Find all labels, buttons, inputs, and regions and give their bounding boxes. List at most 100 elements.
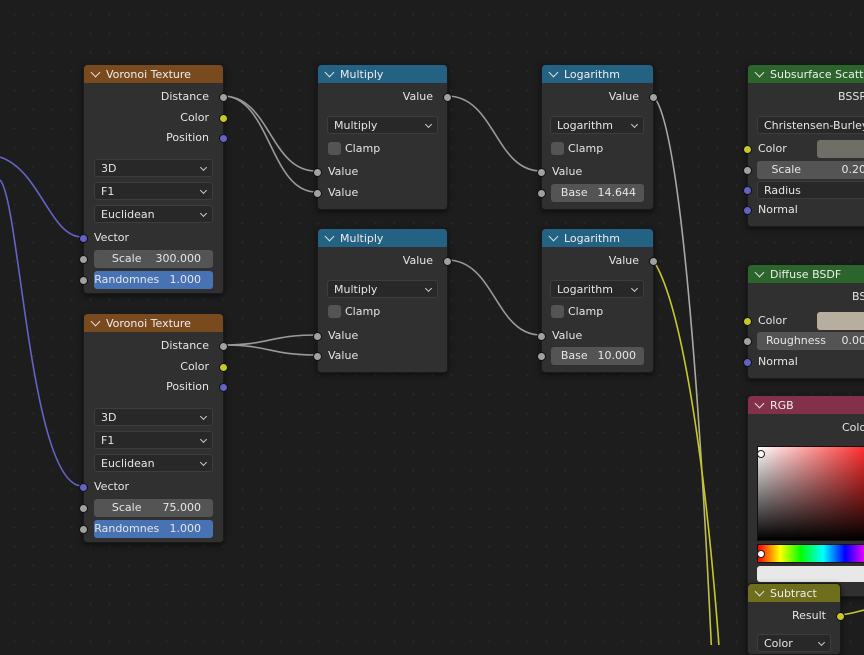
socket-color-in[interactable] (743, 145, 752, 154)
node-header[interactable]: Subsurface Scatteri (748, 65, 864, 83)
math-multiply-node-1[interactable]: Multiply Value Multiply Clamp Value Valu… (317, 64, 448, 210)
color-swatch[interactable] (817, 140, 864, 158)
output-value: Value (403, 252, 433, 270)
math-logarithm-node-2[interactable]: Logarithm Value Logarithm Clamp Value Ba… (541, 228, 654, 373)
socket-randomness-in[interactable] (79, 525, 88, 534)
radius-field[interactable]: Radius (757, 181, 864, 199)
socket-vector-in[interactable] (79, 234, 88, 243)
socket-value-out[interactable] (649, 93, 658, 102)
collapse-chevron-icon[interactable] (755, 67, 765, 77)
falloff-dropdown[interactable]: Christensen-Burley (757, 116, 864, 134)
socket-normal-in[interactable] (743, 206, 752, 215)
node-header[interactable]: Voronoi Texture (84, 314, 223, 332)
socket-position-out[interactable] (219, 383, 228, 392)
hue-slider-handle[interactable] (757, 550, 765, 558)
hue-slider[interactable] (757, 544, 864, 563)
socket-value-in-2[interactable] (313, 352, 322, 361)
color-swatch[interactable] (817, 312, 864, 330)
operation-dropdown[interactable]: Multiply (327, 280, 438, 298)
collapse-chevron-icon[interactable] (755, 586, 765, 596)
socket-scale-in[interactable] (743, 166, 752, 175)
input-value-2: Value (328, 347, 358, 365)
metric-dropdown[interactable]: Euclidean (94, 454, 213, 472)
clamp-checkbox[interactable] (328, 142, 341, 155)
blend-type-dropdown[interactable]: Color (757, 634, 831, 652)
saturation-value-picker[interactable] (757, 446, 864, 541)
socket-value-in-1[interactable] (313, 168, 322, 177)
socket-normal-in[interactable] (743, 358, 752, 367)
node-header[interactable]: Multiply (318, 229, 447, 247)
collapse-chevron-icon[interactable] (755, 398, 765, 408)
clamp-checkbox[interactable] (551, 305, 564, 318)
socket-randomness-in[interactable] (79, 276, 88, 285)
node-header[interactable]: Logarithm (542, 229, 653, 247)
clamp-checkbox[interactable] (328, 305, 341, 318)
socket-value-in[interactable] (537, 168, 546, 177)
voronoi-texture-node-1[interactable]: Voronoi Texture Distance Color Position … (83, 64, 224, 294)
roughness-field[interactable]: Roughness0.000 (757, 332, 864, 350)
sv-picker-handle[interactable] (757, 450, 765, 458)
voronoi-texture-node-2[interactable]: Voronoi Texture Distance Color Position … (83, 313, 224, 543)
rgb-node[interactable]: RGB Colo (747, 395, 864, 597)
field-value: 75.000 (163, 499, 202, 517)
clamp-checkbox[interactable] (551, 142, 564, 155)
base-field[interactable]: Base10.000 (551, 347, 644, 365)
dimensions-dropdown[interactable]: 3D (94, 159, 213, 177)
socket-distance-out[interactable] (219, 93, 228, 102)
socket-color-out[interactable] (219, 114, 228, 123)
scale-field[interactable]: Scale75.000 (94, 499, 213, 517)
socket-roughness-in[interactable] (743, 337, 752, 346)
scale-field[interactable]: Scale300.000 (94, 250, 213, 268)
output-position: Position (166, 378, 209, 396)
mix-subtract-node[interactable]: Subtract Result Color (747, 583, 841, 655)
socket-radius-in[interactable] (743, 186, 752, 195)
socket-value-in-1[interactable] (313, 332, 322, 341)
socket-result-out[interactable] (836, 612, 845, 621)
subsurface-scattering-node[interactable]: Subsurface Scatteri BSSR Christensen-Bur… (747, 64, 864, 227)
socket-value-out[interactable] (649, 257, 658, 266)
collapse-chevron-icon[interactable] (549, 231, 559, 241)
socket-value-in[interactable] (537, 332, 546, 341)
socket-value-out[interactable] (443, 93, 452, 102)
node-header[interactable]: Subtract (748, 584, 840, 602)
color-value-bar[interactable] (757, 566, 864, 582)
dimensions-dropdown[interactable]: 3D (94, 408, 213, 426)
socket-color-out[interactable] (219, 363, 228, 372)
operation-dropdown[interactable]: Logarithm (550, 116, 644, 134)
collapse-chevron-icon[interactable] (755, 267, 765, 277)
randomness-slider[interactable]: Randomnes1.000 (94, 271, 213, 289)
socket-distance-out[interactable] (219, 342, 228, 351)
collapse-chevron-icon[interactable] (91, 67, 101, 77)
collapse-chevron-icon[interactable] (325, 67, 335, 77)
socket-value-in-2[interactable] (313, 189, 322, 198)
socket-value-out[interactable] (443, 257, 452, 266)
node-header[interactable]: Multiply (318, 65, 447, 83)
collapse-chevron-icon[interactable] (549, 67, 559, 77)
chevron-down-icon (200, 413, 207, 420)
feature-dropdown[interactable]: F1 (94, 182, 213, 200)
node-header[interactable]: Logarithm (542, 65, 653, 83)
socket-base-in[interactable] (537, 189, 546, 198)
operation-dropdown[interactable]: Logarithm (550, 280, 644, 298)
socket-scale-in[interactable] (79, 255, 88, 264)
socket-color-in[interactable] (743, 317, 752, 326)
collapse-chevron-icon[interactable] (325, 231, 335, 241)
node-header[interactable]: RGB (748, 396, 864, 414)
node-header[interactable]: Voronoi Texture (84, 65, 223, 83)
socket-vector-in[interactable] (79, 483, 88, 492)
math-logarithm-node-1[interactable]: Logarithm Value Logarithm Clamp Value Ba… (541, 64, 654, 210)
math-multiply-node-2[interactable]: Multiply Value Multiply Clamp Value Valu… (317, 228, 448, 373)
socket-base-in[interactable] (537, 352, 546, 361)
scale-field[interactable]: Scale0.200 (757, 161, 864, 179)
operation-dropdown[interactable]: Multiply (327, 116, 438, 134)
base-field[interactable]: Base14.644 (551, 184, 644, 202)
randomness-slider[interactable]: Randomnes1.000 (94, 520, 213, 538)
socket-scale-in[interactable] (79, 504, 88, 513)
metric-dropdown[interactable]: Euclidean (94, 205, 213, 223)
input-normal: Normal (758, 201, 798, 219)
feature-dropdown[interactable]: F1 (94, 431, 213, 449)
diffuse-bsdf-node[interactable]: Diffuse BSDF BS Color Roughness0.000 Nor… (747, 264, 864, 379)
node-header[interactable]: Diffuse BSDF (748, 265, 864, 283)
socket-position-out[interactable] (219, 134, 228, 143)
collapse-chevron-icon[interactable] (91, 316, 101, 326)
